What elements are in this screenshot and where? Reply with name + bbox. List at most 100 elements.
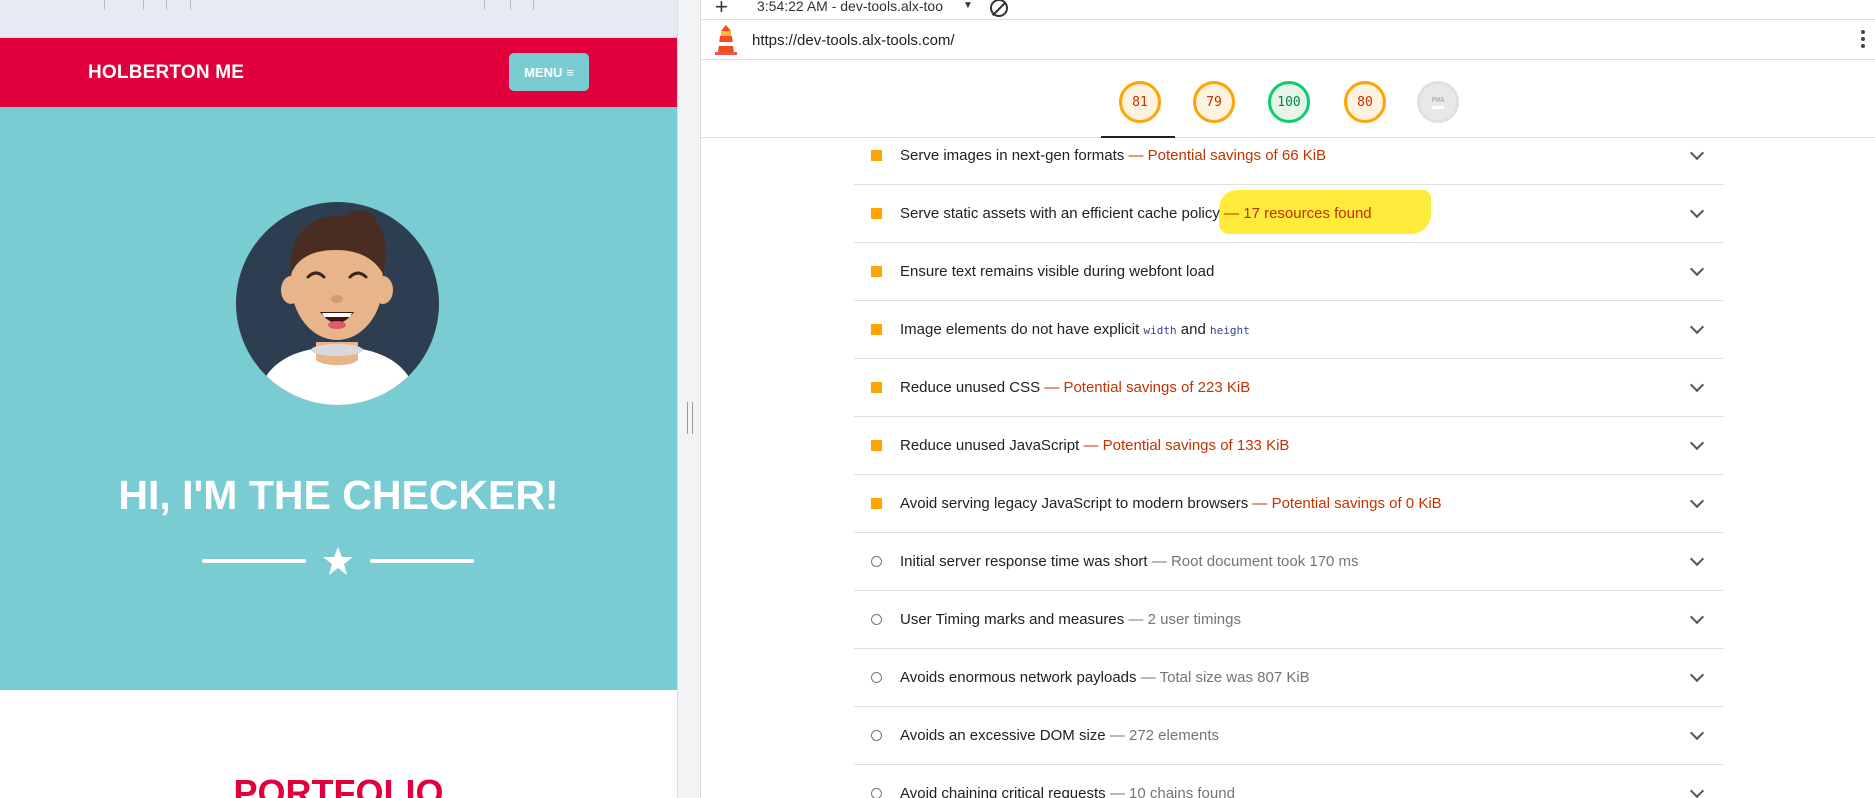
audit-title: Avoids an excessive DOM size — 272 eleme… [900, 727, 1219, 744]
passed-circle-icon [871, 788, 882, 798]
chevron-down-icon[interactable] [1689, 145, 1705, 161]
warning-square-icon [871, 324, 882, 335]
menu-button[interactable]: MENU ≡ [509, 53, 589, 91]
dropdown-caret-icon[interactable]: ▼ [963, 0, 973, 11]
chevron-down-icon[interactable] [1689, 493, 1705, 509]
clear-reports-icon[interactable] [990, 0, 1008, 17]
code-height: height [1209, 324, 1250, 337]
audit-title: Reduce unused JavaScript — Potential sav… [900, 437, 1289, 454]
more-options-icon[interactable] [1861, 30, 1867, 51]
audit-row[interactable]: Ensure text remains visible during webfo… [854, 243, 1724, 301]
hero-title: HI, I'M THE CHECKER! [118, 472, 559, 518]
audit-title-text: Initial server response time was short [900, 553, 1148, 570]
portfolio-heading: PORTFOLIO [233, 772, 444, 798]
audit-title-text: Avoid chaining critical requests [900, 785, 1106, 798]
audit-separator: — [1151, 553, 1167, 570]
audit-detail: 272 elements [1128, 727, 1220, 744]
audit-title-text: Avoids an excessive DOM size [900, 727, 1106, 744]
score-value: 79 [1206, 94, 1222, 110]
score-gauges: 81 79 100 80 PWA [701, 60, 1875, 138]
audit-row[interactable]: Avoid chaining critical requests — 10 ch… [854, 765, 1724, 798]
audit-separator: — [1140, 669, 1156, 686]
report-toolbar: + 3:54:22 AM - dev-tools.alx-too ▼ [701, 0, 1875, 20]
device-toolbar-strip [0, 0, 700, 38]
chevron-down-icon[interactable] [1689, 725, 1705, 741]
audit-title: User Timing marks and measures — 2 user … [900, 611, 1241, 628]
chevron-down-icon[interactable] [1689, 203, 1705, 219]
audit-title: Initial server response time was short —… [900, 553, 1359, 570]
drag-handle-icon[interactable] [687, 402, 693, 434]
warning-square-icon [871, 150, 882, 161]
report-url[interactable]: https://dev-tools.alx-tools.com/ [752, 32, 955, 49]
audit-title: Avoid chaining critical requests — 10 ch… [900, 785, 1235, 798]
passed-circle-icon [871, 672, 882, 683]
warning-square-icon [871, 266, 882, 277]
chevron-down-icon[interactable] [1689, 435, 1705, 451]
audit-separator: — [1128, 611, 1144, 628]
audit-row[interactable]: Avoids enormous network payloads — Total… [854, 649, 1724, 707]
lighthouse-logo-icon [715, 25, 737, 55]
annotation-highlight [1219, 190, 1431, 234]
audit-detail: Potential savings of 66 KiB [1147, 147, 1327, 164]
passed-circle-icon [871, 556, 882, 567]
audit-row[interactable]: Avoid serving legacy JavaScript to moder… [854, 475, 1724, 533]
warning-square-icon [871, 382, 882, 393]
audit-title-text: Avoids enormous network payloads [900, 669, 1137, 686]
audit-title-text: User Timing marks and measures [900, 611, 1125, 628]
warning-square-icon [871, 498, 882, 509]
audit-row[interactable]: Reduce unused JavaScript — Potential sav… [854, 417, 1724, 475]
chevron-down-icon[interactable] [1689, 609, 1705, 625]
code-width: width [1143, 324, 1177, 337]
dash-icon [1432, 105, 1444, 109]
score-gauge[interactable]: PWA [1417, 81, 1459, 123]
audit-row[interactable]: Image elements do not have explicit widt… [854, 301, 1724, 359]
audit-row[interactable]: Avoids an excessive DOM size — 272 eleme… [854, 707, 1724, 765]
audit-title-text: Serve static assets with an efficient ca… [900, 205, 1220, 222]
star-icon [323, 547, 353, 575]
warning-square-icon [871, 440, 882, 451]
audit-separator: — [1109, 785, 1125, 798]
audit-row[interactable]: Serve images in next-gen formats — Poten… [854, 138, 1724, 185]
chevron-down-icon[interactable] [1689, 551, 1705, 567]
audit-title-text: Serve images in next-gen formats [900, 147, 1125, 164]
audit-detail: 10 chains found [1129, 785, 1235, 798]
score-gauge[interactable]: 81 [1119, 81, 1161, 123]
score-value: PWA [1431, 95, 1445, 104]
audit-title-text: Ensure text remains visible during webfo… [900, 263, 1215, 280]
audit-title: Serve images in next-gen formats — Poten… [900, 147, 1326, 164]
audit-title: Ensure text remains visible during webfo… [900, 263, 1214, 280]
audit-detail: Potential savings of 223 KiB [1063, 379, 1251, 396]
audit-title: Image elements do not have explicit widt… [900, 321, 1250, 338]
site-preview: HOLBERTON ME MENU ≡ HI, I'M THE CHECKER!… [0, 38, 677, 798]
audit-detail: Potential savings of 0 KiB [1271, 495, 1442, 512]
panel-splitter[interactable] [677, 0, 701, 798]
warning-square-icon [871, 208, 882, 219]
audit-separator: — [1083, 437, 1099, 454]
lighthouse-panel: + 3:54:22 AM - dev-tools.alx-too ▼ https… [701, 0, 1875, 798]
score-gauge[interactable]: 80 [1344, 81, 1386, 123]
chevron-down-icon[interactable] [1689, 319, 1705, 335]
site-brand[interactable]: HOLBERTON ME [88, 62, 244, 84]
chevron-down-icon[interactable] [1689, 783, 1705, 798]
screenshot-root: HOLBERTON ME MENU ≡ HI, I'M THE CHECKER!… [0, 0, 1875, 798]
passed-circle-icon [871, 730, 882, 741]
score-gauge[interactable]: 79 [1193, 81, 1235, 123]
score-value: 81 [1132, 94, 1148, 110]
audit-detail: Total size was 807 KiB [1159, 669, 1310, 686]
avatar-illustration [236, 202, 439, 405]
audit-row[interactable]: Initial server response time was short —… [854, 533, 1724, 591]
audit-separator: — [1128, 147, 1144, 164]
score-value: 80 [1357, 94, 1373, 110]
chevron-down-icon[interactable] [1689, 261, 1705, 277]
chevron-down-icon[interactable] [1689, 667, 1705, 683]
hamburger-icon: ≡ [566, 64, 574, 80]
new-report-icon[interactable]: + [715, 0, 728, 20]
audit-row[interactable]: Reduce unused CSS — Potential savings of… [854, 359, 1724, 417]
audit-title-text: Avoid serving legacy JavaScript to moder… [900, 495, 1249, 512]
audit-row[interactable]: User Timing marks and measures — 2 user … [854, 591, 1724, 649]
report-selector[interactable]: 3:54:22 AM - dev-tools.alx-too [757, 0, 943, 14]
audit-title-text: Reduce unused JavaScript [900, 437, 1080, 454]
score-gauge[interactable]: 100 [1268, 81, 1310, 123]
chevron-down-icon[interactable] [1689, 377, 1705, 393]
audit-detail: Root document took 170 ms [1170, 553, 1359, 570]
